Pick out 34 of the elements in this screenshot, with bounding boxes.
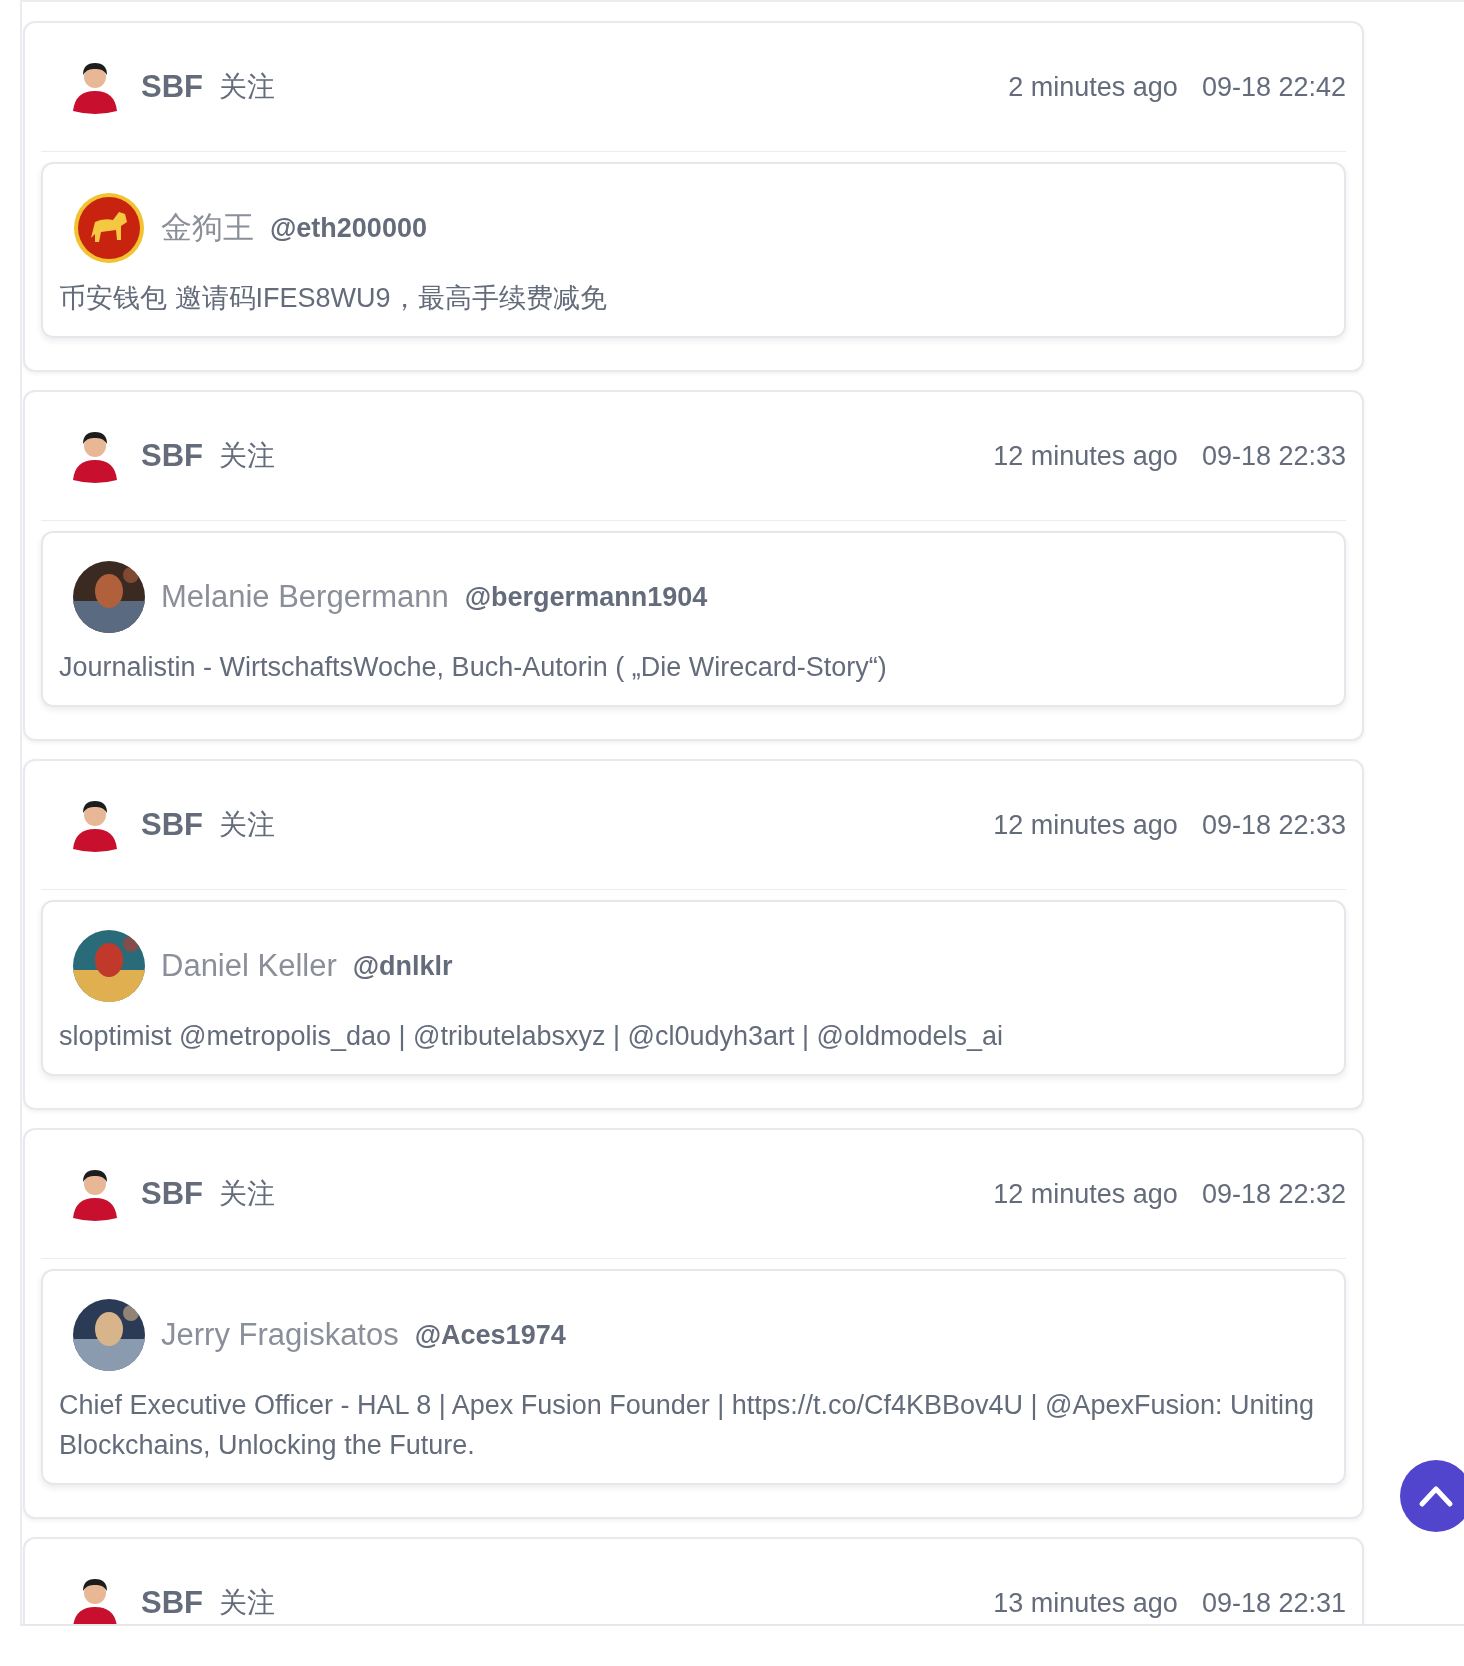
profile-bio: Journalistin - WirtschaftsWoche, Buch-Autorin ( „Die Wirecard-Story“) — [59, 651, 888, 684]
follow-link[interactable]: 关注 — [219, 437, 275, 475]
profile-bio: sloptimist @metropolis_dao | @tributelabsxyz | @cl0udyh3art | @oldmodels_ai — [59, 1020, 1005, 1053]
follow-link[interactable]: 关注 — [219, 806, 275, 844]
author-name: SBF — [141, 438, 203, 474]
relative-time: 12 minutes ago — [993, 1178, 1178, 1210]
profile-handle: @bergermann1904 — [464, 581, 708, 613]
scroll-top-button[interactable] — [1400, 1460, 1464, 1532]
author-name: SBF — [141, 1585, 203, 1621]
author-name: SBF — [141, 69, 203, 105]
timestamp: 09-18 22:31 — [1201, 1587, 1346, 1619]
timestamp: 09-18 22:32 — [1201, 1178, 1346, 1210]
profile-handle: @eth200000 — [270, 212, 427, 244]
dog-icon — [73, 192, 145, 264]
profile-name: Daniel Keller — [161, 948, 337, 984]
relative-time: 12 minutes ago — [993, 440, 1178, 472]
follow-link[interactable]: 关注 — [219, 1584, 275, 1622]
relative-time: 12 minutes ago — [993, 809, 1178, 841]
profile-name: 金狗王 — [161, 209, 254, 247]
timestamp: 09-18 22:42 — [1201, 71, 1346, 103]
relative-time: 13 minutes ago — [993, 1587, 1178, 1619]
profile-handle: @dnlklr — [352, 950, 453, 982]
profile-bio: Chief Executive Officer - HAL 8 | Apex Fusion Founder | https://t.co/Cf4KBBov4U | @ApexFusion: Uniting Blockchains, Unlocking the Future. — [59, 1389, 1316, 1462]
author-name: SBF — [141, 1176, 203, 1212]
author-name: SBF — [141, 807, 203, 843]
profile-bio: 币安钱包 邀请码IFES8WU9，最高手续费减免 — [59, 282, 608, 315]
timestamp: 09-18 22:33 — [1201, 440, 1346, 472]
profile-name: Melanie Bergermann — [161, 579, 449, 615]
profile-name: Jerry Fragiskatos — [161, 1317, 399, 1353]
timestamp: 09-18 22:33 — [1201, 809, 1346, 841]
follow-link[interactable]: 关注 — [219, 68, 275, 106]
relative-time: 2 minutes ago — [1008, 71, 1178, 103]
follow-link[interactable]: 关注 — [219, 1175, 275, 1213]
profile-handle: @Aces1974 — [414, 1319, 566, 1351]
